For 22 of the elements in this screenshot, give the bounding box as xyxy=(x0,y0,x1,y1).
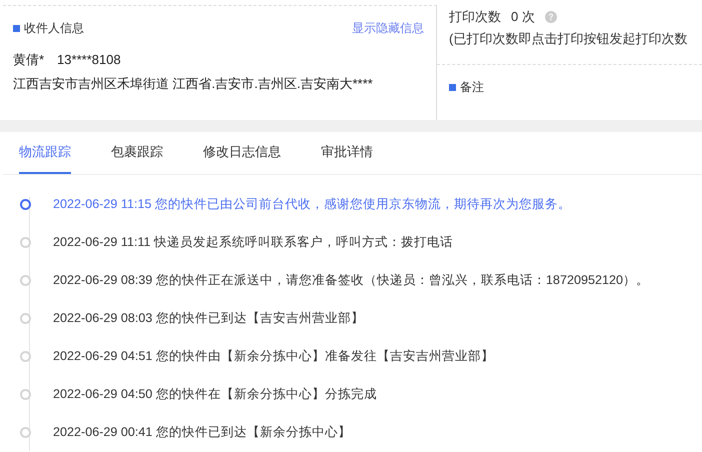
tab[interactable]: 修改日志信息 xyxy=(203,132,281,174)
timeline-entry: 2022-06-29 04:51 您的快件由【新余分拣中心】准备发往【吉安吉州营业部】 xyxy=(53,348,494,364)
print-count-label: 打印次数 xyxy=(449,8,501,26)
timeline-entry: 2022-06-29 08:39 您的快件正在派送中，请您准备签收（快递员：曾泓兴，联系电话：18720952120）。 xyxy=(53,272,649,288)
section-title: 收件人信息 xyxy=(13,20,84,37)
square-icon xyxy=(449,84,456,91)
recipient-address: 江西吉安市吉州区禾埠街道 江西省.吉安市.吉州区.吉安南大**** xyxy=(13,75,374,93)
print-count-note: (已打印次数即点击打印按钮发起打印次数 xyxy=(449,30,688,48)
section-title: 备注 xyxy=(449,79,702,96)
tab[interactable]: 包裹跟踪 xyxy=(111,132,163,174)
timeline-entry: 2022-06-29 11:11 快递员发起系统呼叫联系客户，呼叫方式：拨打电话 xyxy=(53,234,454,250)
print-count-value: 0 次 xyxy=(511,8,535,26)
timeline-entry: 2022-06-29 08:03 您的快件已到达【吉安吉州营业部】 xyxy=(53,310,364,326)
tab[interactable]: 审批详情 xyxy=(321,132,373,174)
timeline-entry: 2022-06-29 04:50 您的快件在【新余分拣中心】分拣完成 xyxy=(53,386,377,402)
show-hidden-info-link[interactable]: 显示隐藏信息 xyxy=(352,20,424,37)
recipient-name-phone: 黄倩* 13****8108 xyxy=(13,51,122,69)
tab[interactable]: 物流跟踪 xyxy=(19,132,71,174)
timeline-entry: 2022-06-29 11:15 您的快件已由公司前台代收，感谢您使用京东物流，期待再次为您服务。 xyxy=(53,196,571,212)
square-icon xyxy=(13,25,20,32)
timeline-entry: 2022-06-29 00:41 您的快件已到达【新余分拣中心】 xyxy=(53,424,351,440)
help-icon[interactable] xyxy=(544,11,557,23)
